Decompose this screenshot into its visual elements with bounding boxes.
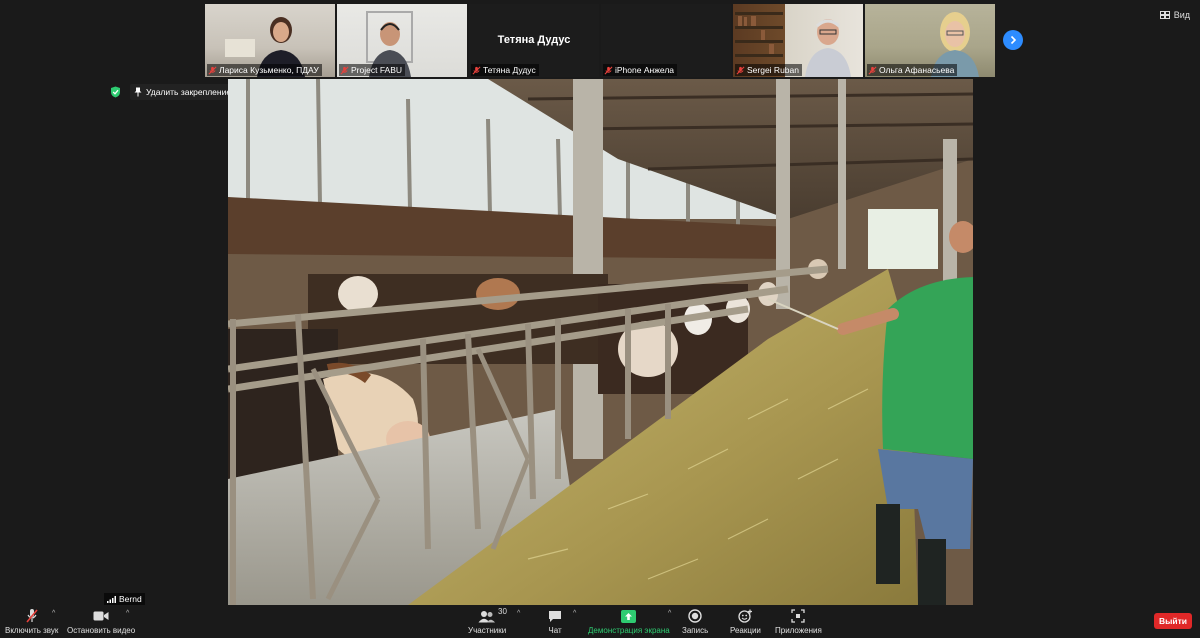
participants-label: Участники: [468, 626, 507, 635]
stop-video-button[interactable]: Остановить видео: [67, 608, 135, 635]
pin-icon: [134, 87, 142, 97]
leave-meeting-button[interactable]: Выйти: [1154, 613, 1192, 629]
active-speaker-name: Bernd: [119, 594, 142, 604]
participant-caption: Project FABU: [339, 64, 406, 76]
participant-tile[interactable]: iPhone Анжела: [601, 4, 731, 77]
participant-tile[interactable]: Sergei Ruban: [733, 4, 863, 77]
participant-name: Тетяна Дудус: [483, 65, 536, 75]
participant-caption: iPhone Анжела: [603, 64, 678, 76]
stop-video-label: Остановить видео: [67, 626, 136, 635]
mic-off-icon: [26, 609, 38, 623]
participants-icon: [478, 610, 496, 622]
reactions-label: Реакции: [730, 626, 761, 635]
mic-off-icon: [604, 66, 613, 74]
mic-off-icon: [340, 66, 349, 74]
record-label: Запись: [682, 626, 709, 635]
next-page-button[interactable]: [1003, 30, 1023, 50]
active-speaker-label: Bernd: [104, 593, 145, 605]
barn-scene-video: [228, 79, 973, 605]
record-icon: [688, 609, 702, 623]
signal-strength-icon: [107, 595, 116, 603]
video-options-caret[interactable]: ^: [126, 610, 129, 617]
mic-off-icon: [208, 66, 217, 74]
participant-caption: Лариса Кузьменко, ПДАУ: [207, 64, 322, 76]
unmute-button[interactable]: Включить звук: [5, 608, 58, 635]
participant-caption: Sergei Ruban: [735, 64, 802, 76]
participants-options-caret[interactable]: ^: [517, 610, 520, 617]
apps-label: Приложения: [775, 626, 822, 635]
participant-name: iPhone Анжела: [615, 65, 675, 75]
participants-count: 30: [498, 607, 507, 616]
participant-tile[interactable]: Ольга Афанасьева: [865, 4, 995, 77]
mic-off-icon: [736, 66, 745, 74]
chat-icon: [549, 610, 561, 622]
reactions-button[interactable]: Реакции: [730, 608, 761, 635]
participant-name: Sergei Ruban: [747, 65, 799, 75]
participant-tile[interactable]: Project FABU: [337, 4, 467, 77]
audio-options-caret[interactable]: ^: [52, 610, 55, 617]
apps-icon: [791, 609, 806, 623]
chat-label: Чат: [548, 626, 562, 635]
participant-caption: Тетяна Дудус: [471, 64, 539, 76]
participant-name: Project FABU: [351, 65, 403, 75]
participant-strip: Лариса Кузьменко, ПДАУ Project FABU Тетя…: [205, 4, 995, 77]
video-camera-icon: [93, 611, 109, 621]
participant-caption: Ольга Афанасьева: [867, 64, 958, 76]
record-button[interactable]: Запись: [682, 608, 708, 635]
view-label: Вид: [1173, 10, 1190, 20]
shield-check-icon[interactable]: [110, 86, 121, 98]
share-screen-icon: [621, 609, 637, 623]
share-screen-button[interactable]: Демонстрация экрана: [588, 608, 670, 635]
chevron-right-icon: [1010, 35, 1017, 45]
unmute-label: Включить звук: [5, 626, 59, 635]
participant-tile[interactable]: Лариса Кузьменко, ПДАУ: [205, 4, 335, 77]
chat-options-caret[interactable]: ^: [573, 610, 576, 617]
chat-button[interactable]: Чат: [548, 608, 562, 635]
view-button[interactable]: Вид: [1159, 10, 1190, 20]
participant-name: Лариса Кузьменко, ПДАУ: [219, 65, 319, 75]
participant-tile[interactable]: Тетяна Дудус Тетяна Дудус: [469, 4, 599, 77]
mic-off-icon: [472, 66, 481, 74]
emoji-reaction-icon: [738, 609, 752, 623]
share-options-caret[interactable]: ^: [668, 610, 671, 617]
meeting-toolbar: Включить звук ^ Остановить видео ^ Участ…: [0, 606, 1200, 638]
share-screen-label: Демонстрация экрана: [588, 626, 670, 635]
unpin-button[interactable]: Удалить закрепление: [130, 84, 236, 100]
unpin-label: Удалить закрепление: [146, 87, 232, 97]
mic-off-icon: [868, 66, 877, 74]
pinned-video[interactable]: [228, 79, 973, 605]
apps-button[interactable]: Приложения: [775, 608, 822, 635]
participant-display-name: Тетяна Дудус: [497, 34, 571, 46]
view-grid-icon: [1159, 11, 1170, 19]
participant-name: Ольга Афанасьева: [879, 65, 955, 75]
